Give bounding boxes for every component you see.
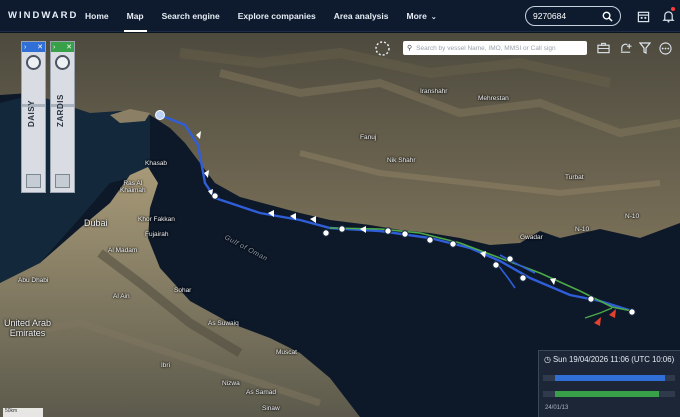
nav-more-label: More xyxy=(406,10,427,21)
map-label-abu-dhabi: Abu Dhabi xyxy=(18,277,49,284)
add-alert-icon[interactable] xyxy=(617,40,633,56)
map-label-fujairah: Fujairah xyxy=(145,231,169,238)
nav-explore-companies[interactable]: Explore companies xyxy=(229,0,325,32)
map-label-sinaw: Sinaw xyxy=(262,405,280,412)
map-label-khasab: Khasab xyxy=(145,160,168,167)
timeline-track-fill xyxy=(555,375,665,381)
brand-logo[interactable]: WINDWARD xyxy=(8,10,76,21)
map-label-n10: N-10 xyxy=(625,213,640,220)
filter-icon[interactable] xyxy=(637,40,653,56)
nav-map[interactable]: Map xyxy=(118,0,153,32)
map-label-as-suwaiq: As Suwaiq xyxy=(208,320,239,327)
timeline-start-date: 24/01/13 xyxy=(545,405,569,411)
timeline-track-zardis[interactable] xyxy=(543,391,675,397)
vessel-card-daisy[interactable]: › ✕ DAISY xyxy=(21,41,46,193)
map-label-fanuj: Fanuj xyxy=(360,134,377,141)
vessel-settings-icon[interactable] xyxy=(55,174,70,188)
vessel-card-zardis[interactable]: › ✕ ZARDIS xyxy=(50,41,75,193)
vessel-name: ZARDIS xyxy=(56,94,65,127)
vessel-search-input[interactable]: ⚲ Search by vessel Name, IMO, MMSI or Ca… xyxy=(403,41,587,55)
map-label-nizwa: Nizwa xyxy=(222,380,240,387)
vessel-settings-icon[interactable] xyxy=(26,174,41,188)
timeline-datetime: ◷ Sun 19/04/2026 11:06 (UTC 10:06) xyxy=(539,351,680,364)
search-icon[interactable] xyxy=(602,11,613,22)
vessel-target-icon[interactable] xyxy=(26,55,41,70)
map-label-gwadar: Gwadar xyxy=(520,234,543,241)
clock-icon: ◷ xyxy=(544,355,551,364)
map-label-n10b: N-10 xyxy=(575,226,590,233)
timeline-track-daisy[interactable] xyxy=(543,375,675,381)
nav-search-engine[interactable]: Search engine xyxy=(153,0,229,32)
chevron-down-icon: ⌄ xyxy=(430,13,437,21)
notification-dot xyxy=(671,7,675,11)
global-search-value: 9270684 xyxy=(533,11,567,21)
vessel-search-placeholder: Search by vessel Name, IMO, MMSI or Call… xyxy=(416,44,556,52)
map-label-ras-al-khaimah: Ras Al Khaimah xyxy=(120,180,146,194)
nav-area-analysis[interactable]: Area analysis xyxy=(325,0,398,32)
map-label-al-madam: Al Madam xyxy=(108,247,138,254)
map-label-iranshahr: Iranshahr xyxy=(420,88,448,95)
more-options-icon[interactable] xyxy=(657,40,673,56)
map-label-muscat: Muscat xyxy=(276,349,297,356)
map-scale: 50km xyxy=(3,408,43,417)
search-icon: ⚲ xyxy=(407,45,413,52)
nav-more[interactable]: More ⌄ xyxy=(398,0,446,32)
close-icon[interactable]: ✕ xyxy=(37,43,43,51)
map-label-khor-fakkan: Khor Fakkan xyxy=(138,216,175,223)
timeline-track-fill xyxy=(555,391,660,397)
global-search-input[interactable]: 9270684 xyxy=(525,6,621,26)
vessel-card-header: › ✕ xyxy=(22,42,45,52)
main-nav: Home Map Search engine Explore companies… xyxy=(76,0,446,32)
map-label-uae: United Arab Emirates xyxy=(4,318,52,338)
loading-spinner-icon xyxy=(375,41,390,56)
map-label-ibri: Ibri xyxy=(161,362,171,369)
briefcase-icon[interactable] xyxy=(595,40,611,56)
map-label-turbat: Turbat xyxy=(565,174,584,181)
map-label-dubai: Dubai xyxy=(84,218,108,228)
expand-icon[interactable]: › xyxy=(53,44,55,51)
map-label-mehrestan: Mehrestan xyxy=(478,95,509,102)
timeline-datetime-text: Sun 19/04/2026 11:06 (UTC 10:06) xyxy=(552,355,675,364)
map-label-al-ain: Al Ain xyxy=(113,293,130,300)
map-label-as-samad: As Samad xyxy=(246,389,276,396)
map-label-nikshahr: Nik Shahr xyxy=(387,157,416,164)
close-icon[interactable]: ✕ xyxy=(66,43,72,51)
calendar-icon[interactable] xyxy=(635,8,651,24)
top-nav-bar: WINDWARD Home Map Search engine Explore … xyxy=(0,0,680,32)
timeline-panel[interactable]: ◷ Sun 19/04/2026 11:06 (UTC 10:06) 24/01… xyxy=(538,350,680,417)
expand-icon[interactable]: › xyxy=(24,44,26,51)
vessel-target-icon[interactable] xyxy=(55,55,70,70)
vessel-name: DAISY xyxy=(27,100,36,127)
bell-icon[interactable] xyxy=(660,7,676,24)
nav-home[interactable]: Home xyxy=(76,0,118,32)
map-label-sohar: Sohar xyxy=(174,287,192,294)
vessel-card-header: › ✕ xyxy=(51,42,74,52)
